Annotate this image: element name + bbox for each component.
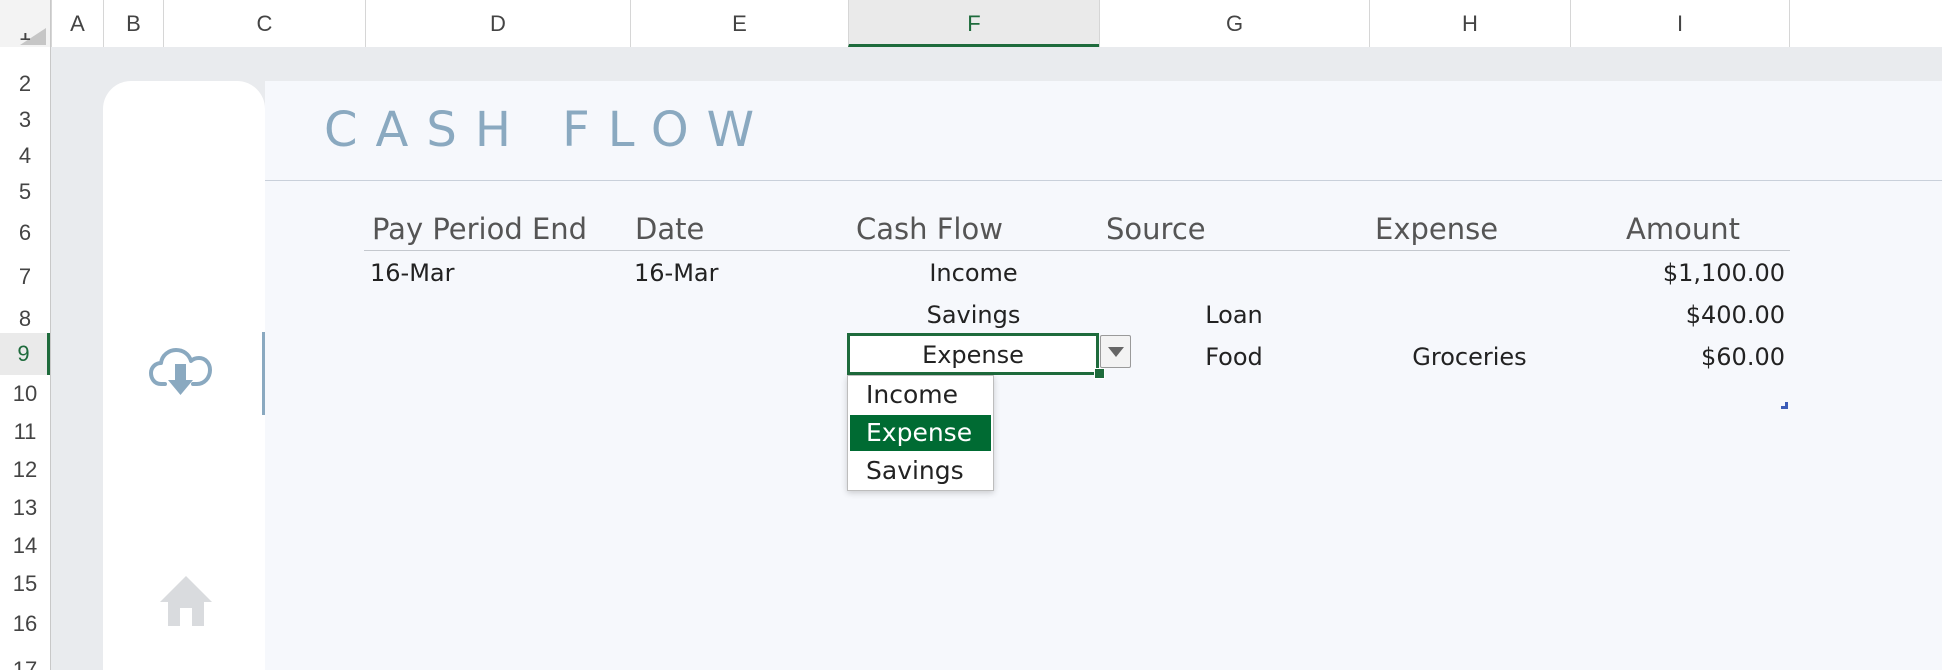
row-header-11[interactable]: 11: [0, 413, 50, 451]
cell-g8[interactable]: Loan: [1099, 301, 1369, 329]
active-cell-value: Expense: [922, 341, 1024, 369]
row-header-4[interactable]: 4: [0, 138, 50, 174]
header-pay-period-end[interactable]: Pay Period End: [372, 212, 587, 246]
dropdown-option-expense[interactable]: Expense: [850, 415, 991, 451]
row-header-5[interactable]: 5: [0, 174, 50, 210]
row-header-3[interactable]: 3: [0, 102, 50, 138]
cell-i9[interactable]: $60.00: [1570, 343, 1785, 371]
cell-g9[interactable]: Food: [1099, 343, 1369, 371]
header-amount[interactable]: Amount: [1626, 212, 1740, 246]
row-header-14[interactable]: 14: [0, 527, 50, 565]
column-header-bar: A B C D E F G H I: [0, 0, 1942, 48]
row-header-2[interactable]: 2: [0, 66, 50, 102]
row-header-15[interactable]: 15: [0, 565, 50, 603]
row-header-16[interactable]: 16: [0, 603, 50, 645]
row-header-10[interactable]: 10: [0, 375, 50, 413]
row-header-9[interactable]: 9: [0, 333, 50, 375]
dropdown-option-income[interactable]: Income: [850, 377, 991, 413]
header-divider: [364, 250, 1790, 251]
header-source[interactable]: Source: [1106, 212, 1206, 246]
column-header-g[interactable]: G: [1099, 0, 1369, 47]
column-header-d[interactable]: D: [365, 0, 630, 47]
header-cash-flow[interactable]: Cash Flow: [856, 212, 1003, 246]
row-header-bar: 1 2 3 4 5 6 7 8 9 10 11 12 13 14 15 16 1…: [0, 33, 51, 670]
row-header-1[interactable]: 1: [0, 33, 50, 47]
row-header-13[interactable]: 13: [0, 489, 50, 527]
active-cell-f9[interactable]: Expense: [847, 333, 1099, 375]
column-header-f[interactable]: F: [848, 0, 1099, 47]
column-header-h[interactable]: H: [1369, 0, 1570, 47]
cell-h9[interactable]: Groceries: [1369, 343, 1570, 371]
header-expense[interactable]: Expense: [1375, 212, 1498, 246]
row-header-7[interactable]: 7: [0, 256, 50, 298]
cell-e7[interactable]: 16-Mar: [634, 259, 718, 287]
cell-i8[interactable]: $400.00: [1570, 301, 1785, 329]
row-header-6[interactable]: 6: [0, 210, 50, 256]
column-header-c[interactable]: C: [163, 0, 365, 47]
column-header-empty[interactable]: [1789, 0, 1942, 47]
row-header-12[interactable]: 12: [0, 451, 50, 489]
cell-i7[interactable]: $1,100.00: [1570, 259, 1785, 287]
sidebar-active-indicator: [262, 332, 265, 415]
column-header-a[interactable]: A: [51, 0, 103, 47]
validation-dropdown-list: Income Expense Savings: [847, 375, 994, 491]
home-icon[interactable]: [158, 574, 214, 628]
row-header-17[interactable]: 17: [0, 645, 50, 670]
cell-f7[interactable]: Income: [848, 259, 1099, 287]
column-header-e[interactable]: E: [630, 0, 848, 47]
dropdown-option-savings[interactable]: Savings: [850, 453, 991, 489]
page-title: CASH FLOW: [324, 102, 773, 158]
table-resize-handle[interactable]: [1781, 402, 1788, 409]
title-divider: [265, 180, 1942, 181]
header-date[interactable]: Date: [635, 212, 704, 246]
cell-d7[interactable]: 16-Mar: [370, 259, 454, 287]
cell-f8[interactable]: Savings: [848, 301, 1099, 329]
column-header-b[interactable]: B: [103, 0, 163, 47]
column-header-i[interactable]: I: [1570, 0, 1789, 47]
cloud-download-icon[interactable]: [149, 344, 213, 398]
